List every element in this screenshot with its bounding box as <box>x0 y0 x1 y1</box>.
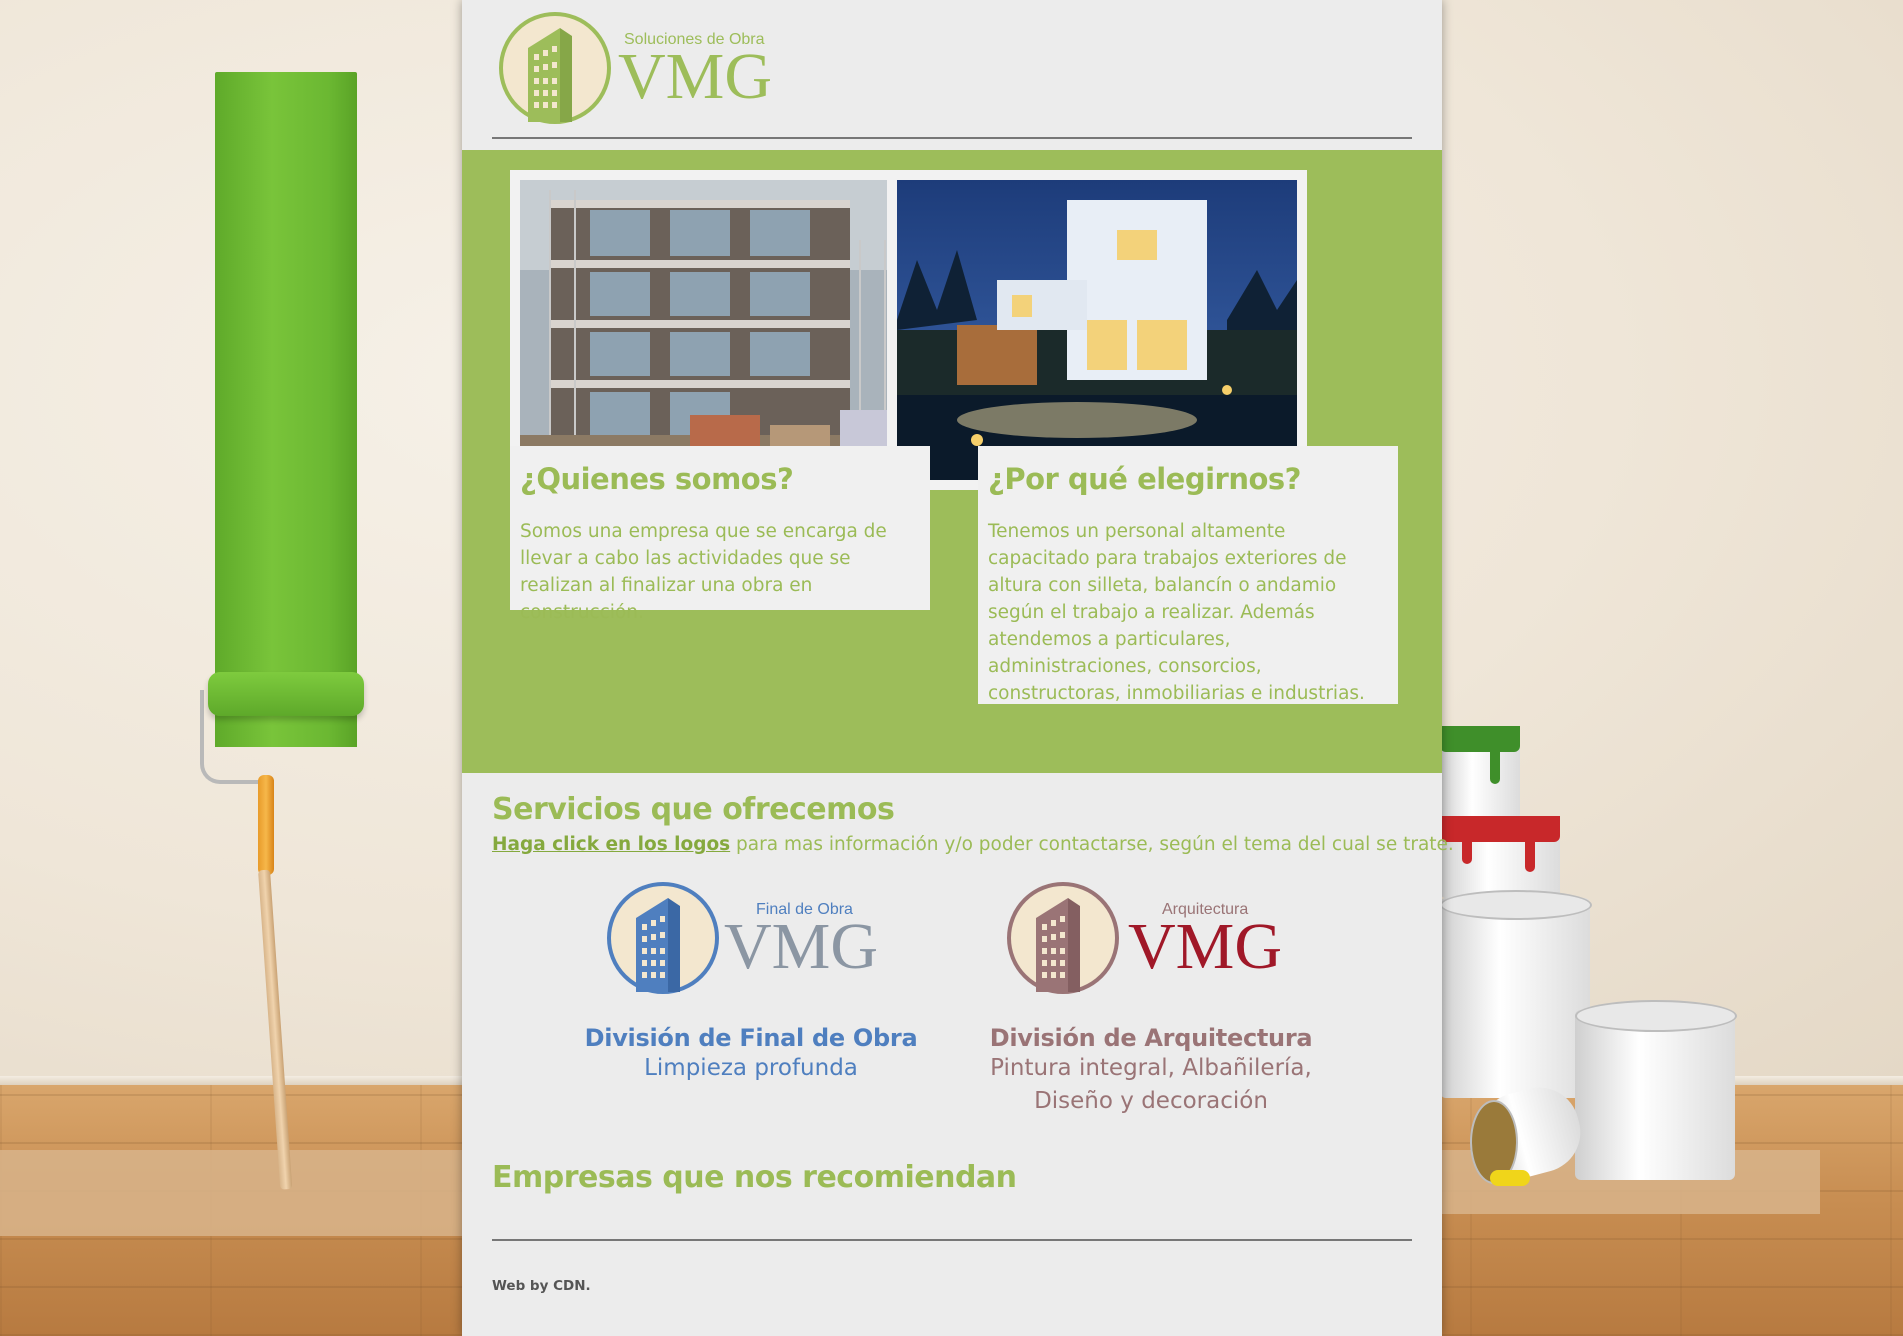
footer-credit: Web by CDN. <box>492 1278 591 1294</box>
division-final-obra-link[interactable]: Final de Obra VMG División de Final de O… <box>551 880 951 1085</box>
logo-wordmark: VMG <box>724 910 878 983</box>
feature-photo-frame <box>887 170 1307 490</box>
services-intro-text: para mas información y/o poder contactar… <box>730 834 1454 855</box>
features-section: ¿Quienes somos? Somos una empresa que se… <box>462 150 1442 773</box>
paint-roller-grip <box>258 775 274 875</box>
logo-wordmark: VMG <box>1128 910 1282 983</box>
background-floor-paper <box>0 1150 520 1236</box>
services-logos-link[interactable]: Haga click en los logos <box>492 834 730 855</box>
vmg-final-obra-logo: Final de Obra VMG <box>607 882 878 994</box>
site-logo-link[interactable]: Soluciones de Obra VMG <box>498 10 788 128</box>
division-final-obra-subtitle: Limpieza profunda <box>644 1055 858 1081</box>
division-final-obra-title: División de Final de Obra <box>584 1024 918 1052</box>
green-paint-stripe <box>215 72 357 747</box>
vmg-logo: Soluciones de Obra VMG <box>499 12 772 124</box>
about-text: Somos una empresa que se encarga de llev… <box>520 521 887 623</box>
page-container: Soluciones de Obra VMG ¿Quienes somos? S… <box>462 0 1454 1336</box>
construction-building-photo <box>520 180 920 480</box>
why-us-text: Tenemos un personal altamente capacitado… <box>988 521 1365 704</box>
division-arquitectura-title: División de Arquitectura <box>989 1024 1313 1052</box>
why-us-title: ¿Por qué elegirnos? <box>988 462 1302 496</box>
recommend-title: Empresas que nos recomiendan <box>492 1160 1017 1195</box>
about-title: ¿Quienes somos? <box>520 462 794 496</box>
services-title: Servicios que ofrecemos <box>492 792 895 827</box>
vmg-arquitectura-logo: Arquitectura VMG <box>1007 882 1282 994</box>
footer-divider <box>492 1239 1412 1241</box>
services-intro: Haga click en los logos para mas informa… <box>492 834 1454 855</box>
modern-house-night-photo <box>897 180 1297 480</box>
site-header: Soluciones de Obra VMG <box>462 0 1442 150</box>
why-us-card: ¿Por qué elegirnos? Tenemos un personal … <box>978 446 1398 704</box>
header-divider <box>492 137 1412 139</box>
feature-photo-frame <box>510 170 930 490</box>
division-arquitectura-subtitle: Pintura integral, Albañilería, Diseño y … <box>990 1055 1312 1114</box>
division-arquitectura-link[interactable]: Arquitectura VMG División de Arquitectur… <box>951 880 1351 1118</box>
about-card: ¿Quienes somos? Somos una empresa que se… <box>510 446 930 623</box>
logo-wordmark: VMG <box>618 40 772 113</box>
paint-roller-icon <box>208 672 364 716</box>
